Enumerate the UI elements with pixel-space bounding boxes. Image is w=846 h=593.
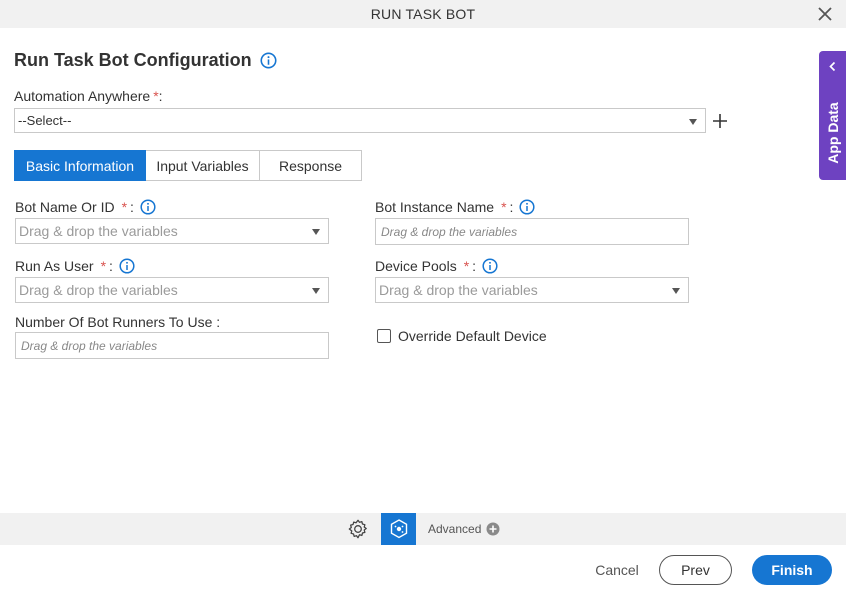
bot-name-label-text: Bot Name Or ID	[15, 199, 115, 215]
dropdown-arrow-icon	[672, 288, 680, 294]
automation-label-text: Automation Anywhere	[14, 88, 151, 104]
advanced-label: Advanced	[428, 522, 482, 536]
required-marker: *	[501, 199, 507, 215]
tab-bar: Basic Information Input Variables Respon…	[14, 150, 362, 181]
automation-label: Automation Anywhere *:	[14, 88, 163, 104]
plus-circle-icon	[486, 522, 500, 536]
override-device-row: Override Default Device	[377, 328, 547, 344]
required-marker: *	[100, 258, 107, 274]
bot-runners-placeholder: Drag & drop the variables	[21, 338, 158, 353]
label-colon: :	[130, 199, 134, 215]
bot-name-select[interactable]: Drag & drop the variables	[15, 218, 329, 244]
bot-button[interactable]	[381, 513, 416, 545]
automation-select[interactable]: --Select--	[14, 108, 706, 133]
device-pools-label-text: Device Pools	[375, 258, 457, 274]
app-data-panel-toggle[interactable]: App Data	[819, 51, 846, 180]
label-colon: :	[109, 258, 113, 274]
dropdown-arrow-icon	[312, 288, 320, 294]
dialog-title: RUN TASK BOT	[370, 6, 476, 22]
label-colon: :	[158, 88, 163, 104]
advanced-toggle[interactable]: Advanced	[428, 522, 500, 536]
bot-runners-label-text: Number Of Bot Runners To Use :	[15, 314, 221, 330]
label-colon: :	[472, 258, 477, 274]
run-as-user-label: Run As User * :	[15, 258, 135, 274]
device-pools-placeholder: Drag & drop the variables	[379, 282, 538, 298]
dropdown-arrow-icon	[312, 229, 320, 235]
dialog-titlebar: RUN TASK BOT	[0, 0, 846, 28]
info-icon[interactable]	[140, 199, 156, 215]
bot-instance-label: Bot Instance Name * :	[375, 199, 535, 215]
bot-icon	[390, 519, 407, 539]
bot-runners-label: Number Of Bot Runners To Use :	[15, 314, 220, 330]
override-device-label: Override Default Device	[398, 328, 547, 344]
finish-button[interactable]: Finish	[752, 555, 832, 585]
plus-icon[interactable]	[712, 113, 728, 129]
bot-instance-input[interactable]: Drag & drop the variables	[375, 218, 689, 245]
tab-basic-information[interactable]: Basic Information	[14, 150, 146, 181]
bot-instance-label-text: Bot Instance Name	[375, 199, 495, 215]
required-marker: *	[463, 258, 470, 274]
dropdown-arrow-icon	[689, 119, 697, 125]
info-icon[interactable]	[119, 258, 135, 274]
close-icon[interactable]	[816, 5, 834, 23]
bot-runners-input[interactable]: Drag & drop the variables	[15, 332, 329, 359]
device-pools-label: Device Pools * :	[375, 258, 498, 274]
info-icon[interactable]	[519, 199, 535, 215]
tab-input-variables[interactable]: Input Variables	[146, 150, 260, 181]
run-as-user-placeholder: Drag & drop the variables	[19, 282, 178, 298]
run-as-user-select[interactable]: Drag & drop the variables	[15, 277, 329, 303]
info-icon[interactable]	[482, 258, 498, 274]
automation-select-value: --Select--	[18, 113, 72, 128]
device-pools-select[interactable]: Drag & drop the variables	[375, 277, 689, 303]
gear-icon[interactable]	[347, 518, 369, 540]
prev-button[interactable]: Prev	[659, 555, 732, 585]
bot-instance-placeholder: Drag & drop the variables	[381, 224, 518, 239]
required-marker: *	[121, 199, 128, 215]
bot-name-placeholder: Drag & drop the variables	[19, 223, 178, 239]
bottom-toolbar	[0, 513, 846, 545]
cancel-button[interactable]: Cancel	[587, 556, 647, 584]
label-colon: :	[509, 199, 514, 215]
info-icon[interactable]	[260, 52, 277, 69]
chevron-left-icon	[829, 61, 836, 72]
tab-response[interactable]: Response	[260, 150, 362, 181]
bot-name-label: Bot Name Or ID * :	[15, 199, 156, 215]
run-as-user-label-text: Run As User	[15, 258, 94, 274]
override-device-checkbox[interactable]	[377, 329, 391, 343]
app-data-label: App Data	[824, 102, 841, 164]
page-title: Run Task Bot Configuration	[14, 50, 252, 70]
page-heading: Run Task Bot Configuration	[14, 50, 277, 71]
